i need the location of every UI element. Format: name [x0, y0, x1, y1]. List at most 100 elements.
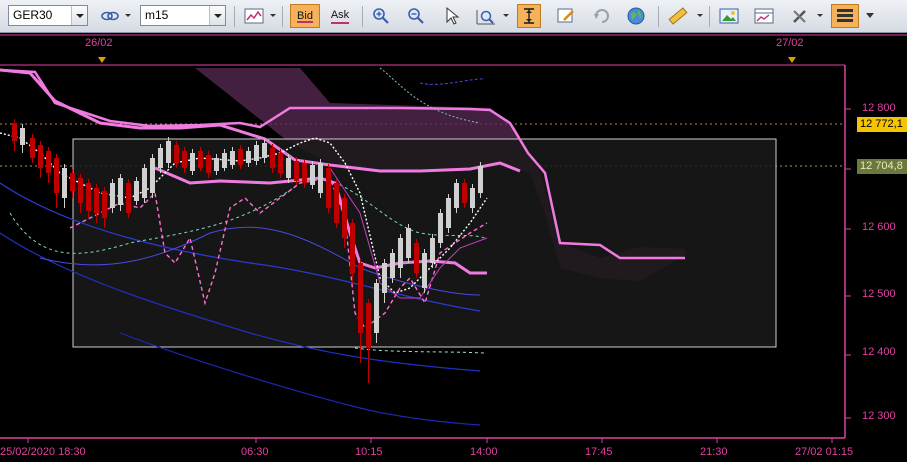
candle-body: [470, 188, 475, 208]
candle-body: [414, 243, 419, 273]
price-axis-label: 12 800: [862, 102, 896, 114]
candle-body: [478, 166, 483, 193]
candle-body: [294, 161, 299, 181]
toolbar-separator: [709, 6, 710, 27]
link-dropdown-icon[interactable]: [125, 14, 131, 17]
price-chart[interactable]: 26/02 27/02 12 800 12 600 12 500 12 400 …: [0, 33, 907, 462]
image-icon[interactable]: [717, 4, 741, 28]
candle-body: [462, 183, 467, 203]
chart-type-dropdown-icon[interactable]: [270, 14, 276, 17]
edit-chart-icon[interactable]: [554, 4, 578, 28]
candle-body: [238, 149, 243, 165]
refresh-icon[interactable]: [590, 4, 614, 28]
bid-price-tag: 12 704,8: [857, 159, 907, 174]
top-date-label: 27/02: [776, 37, 804, 49]
candle-body: [134, 181, 139, 201]
candle-body: [254, 145, 259, 161]
candle-body: [398, 238, 403, 268]
candle-body: [30, 138, 35, 158]
candle-body: [118, 178, 123, 205]
chevron-down-icon[interactable]: [71, 6, 87, 25]
candle-body: [182, 151, 187, 168]
zoom-in-icon[interactable]: [369, 4, 393, 28]
cursor-icon[interactable]: [440, 4, 464, 28]
ask-underline: [331, 22, 349, 24]
candle-body: [198, 151, 203, 168]
candle-body: [302, 163, 307, 183]
toolbar-separator: [362, 6, 363, 27]
candle-body: [214, 158, 219, 171]
candle-body: [166, 141, 171, 163]
candle-body: [438, 213, 443, 243]
candle-body: [12, 123, 17, 141]
ask-price-tag: 12 772,1: [857, 117, 907, 132]
candle-body: [286, 158, 291, 178]
top-date-label: 26/02: [85, 37, 113, 49]
ask-button[interactable]: Ask: [325, 4, 355, 28]
candle-body: [390, 253, 395, 278]
price-axis-label: 12 500: [862, 288, 896, 300]
price-axis-label: 12 400: [862, 346, 896, 358]
time-axis-label: 06:30: [241, 446, 269, 458]
candle-body: [158, 148, 163, 168]
price-axis-label: 12 300: [862, 410, 896, 422]
link-icon[interactable]: [98, 4, 122, 28]
symbol-value: GER30: [13, 8, 53, 22]
tools-icon[interactable]: [788, 4, 812, 28]
timeframe-value: m15: [145, 8, 169, 22]
ruler-dropdown-icon[interactable]: [697, 14, 703, 17]
candle-body: [86, 183, 91, 211]
candle-body: [374, 283, 379, 333]
time-axis-label: 27/02 01:15: [795, 446, 854, 458]
candle-body: [310, 165, 315, 185]
candle-body: [62, 168, 67, 198]
candle-body: [70, 173, 75, 191]
candle-body: [110, 183, 115, 208]
candle-body: [102, 191, 107, 218]
layout-dropdown-icon[interactable]: [864, 4, 876, 28]
band-line: [419, 78, 486, 85]
globe-icon[interactable]: [624, 4, 648, 28]
candle-body: [318, 163, 323, 193]
chart-template-icon[interactable]: [752, 4, 776, 28]
candle-body: [454, 183, 459, 208]
candle-body: [430, 238, 435, 263]
candle-body: [350, 223, 355, 273]
candle-body: [446, 198, 451, 228]
chevron-down-icon[interactable]: [209, 6, 225, 25]
price-axis-label: 12 600: [862, 221, 896, 233]
ruler-icon[interactable]: [666, 4, 690, 28]
candle-body: [422, 253, 427, 288]
tools-dropdown-icon[interactable]: [817, 14, 823, 17]
time-axis-label: 21:30: [700, 446, 728, 458]
candle-body: [230, 151, 235, 165]
chart-type-icon[interactable]: [242, 4, 266, 28]
autoscroll-icon[interactable]: [517, 4, 541, 28]
chart-canvas[interactable]: [0, 33, 907, 462]
zoom-dropdown-icon[interactable]: [503, 14, 509, 17]
zoom-out-icon[interactable]: [404, 4, 428, 28]
crosshair-zoom-icon[interactable]: [474, 4, 498, 28]
toolbar-separator: [282, 6, 283, 27]
layout-icon[interactable]: [831, 4, 859, 28]
candle-body: [150, 158, 155, 193]
symbol-select[interactable]: GER30: [8, 5, 88, 26]
date-marker-icon: [98, 57, 106, 63]
candle-body: [342, 198, 347, 238]
candle-body: [174, 145, 179, 163]
candle-body: [126, 183, 131, 213]
date-marker-icon: [788, 57, 796, 63]
toolbar-separator: [234, 6, 235, 27]
candle-body: [206, 155, 211, 173]
candle-body: [406, 228, 411, 258]
bid-button[interactable]: Bid: [290, 4, 320, 28]
candle-body: [38, 145, 43, 168]
candle-body: [190, 153, 195, 171]
candle-body: [358, 263, 363, 333]
time-axis-label: 14:00: [470, 446, 498, 458]
candle-body: [222, 153, 227, 168]
candle-body: [278, 153, 283, 173]
candle-body: [46, 151, 51, 173]
timeframe-select[interactable]: m15: [140, 5, 226, 26]
band-line: [354, 347, 486, 354]
